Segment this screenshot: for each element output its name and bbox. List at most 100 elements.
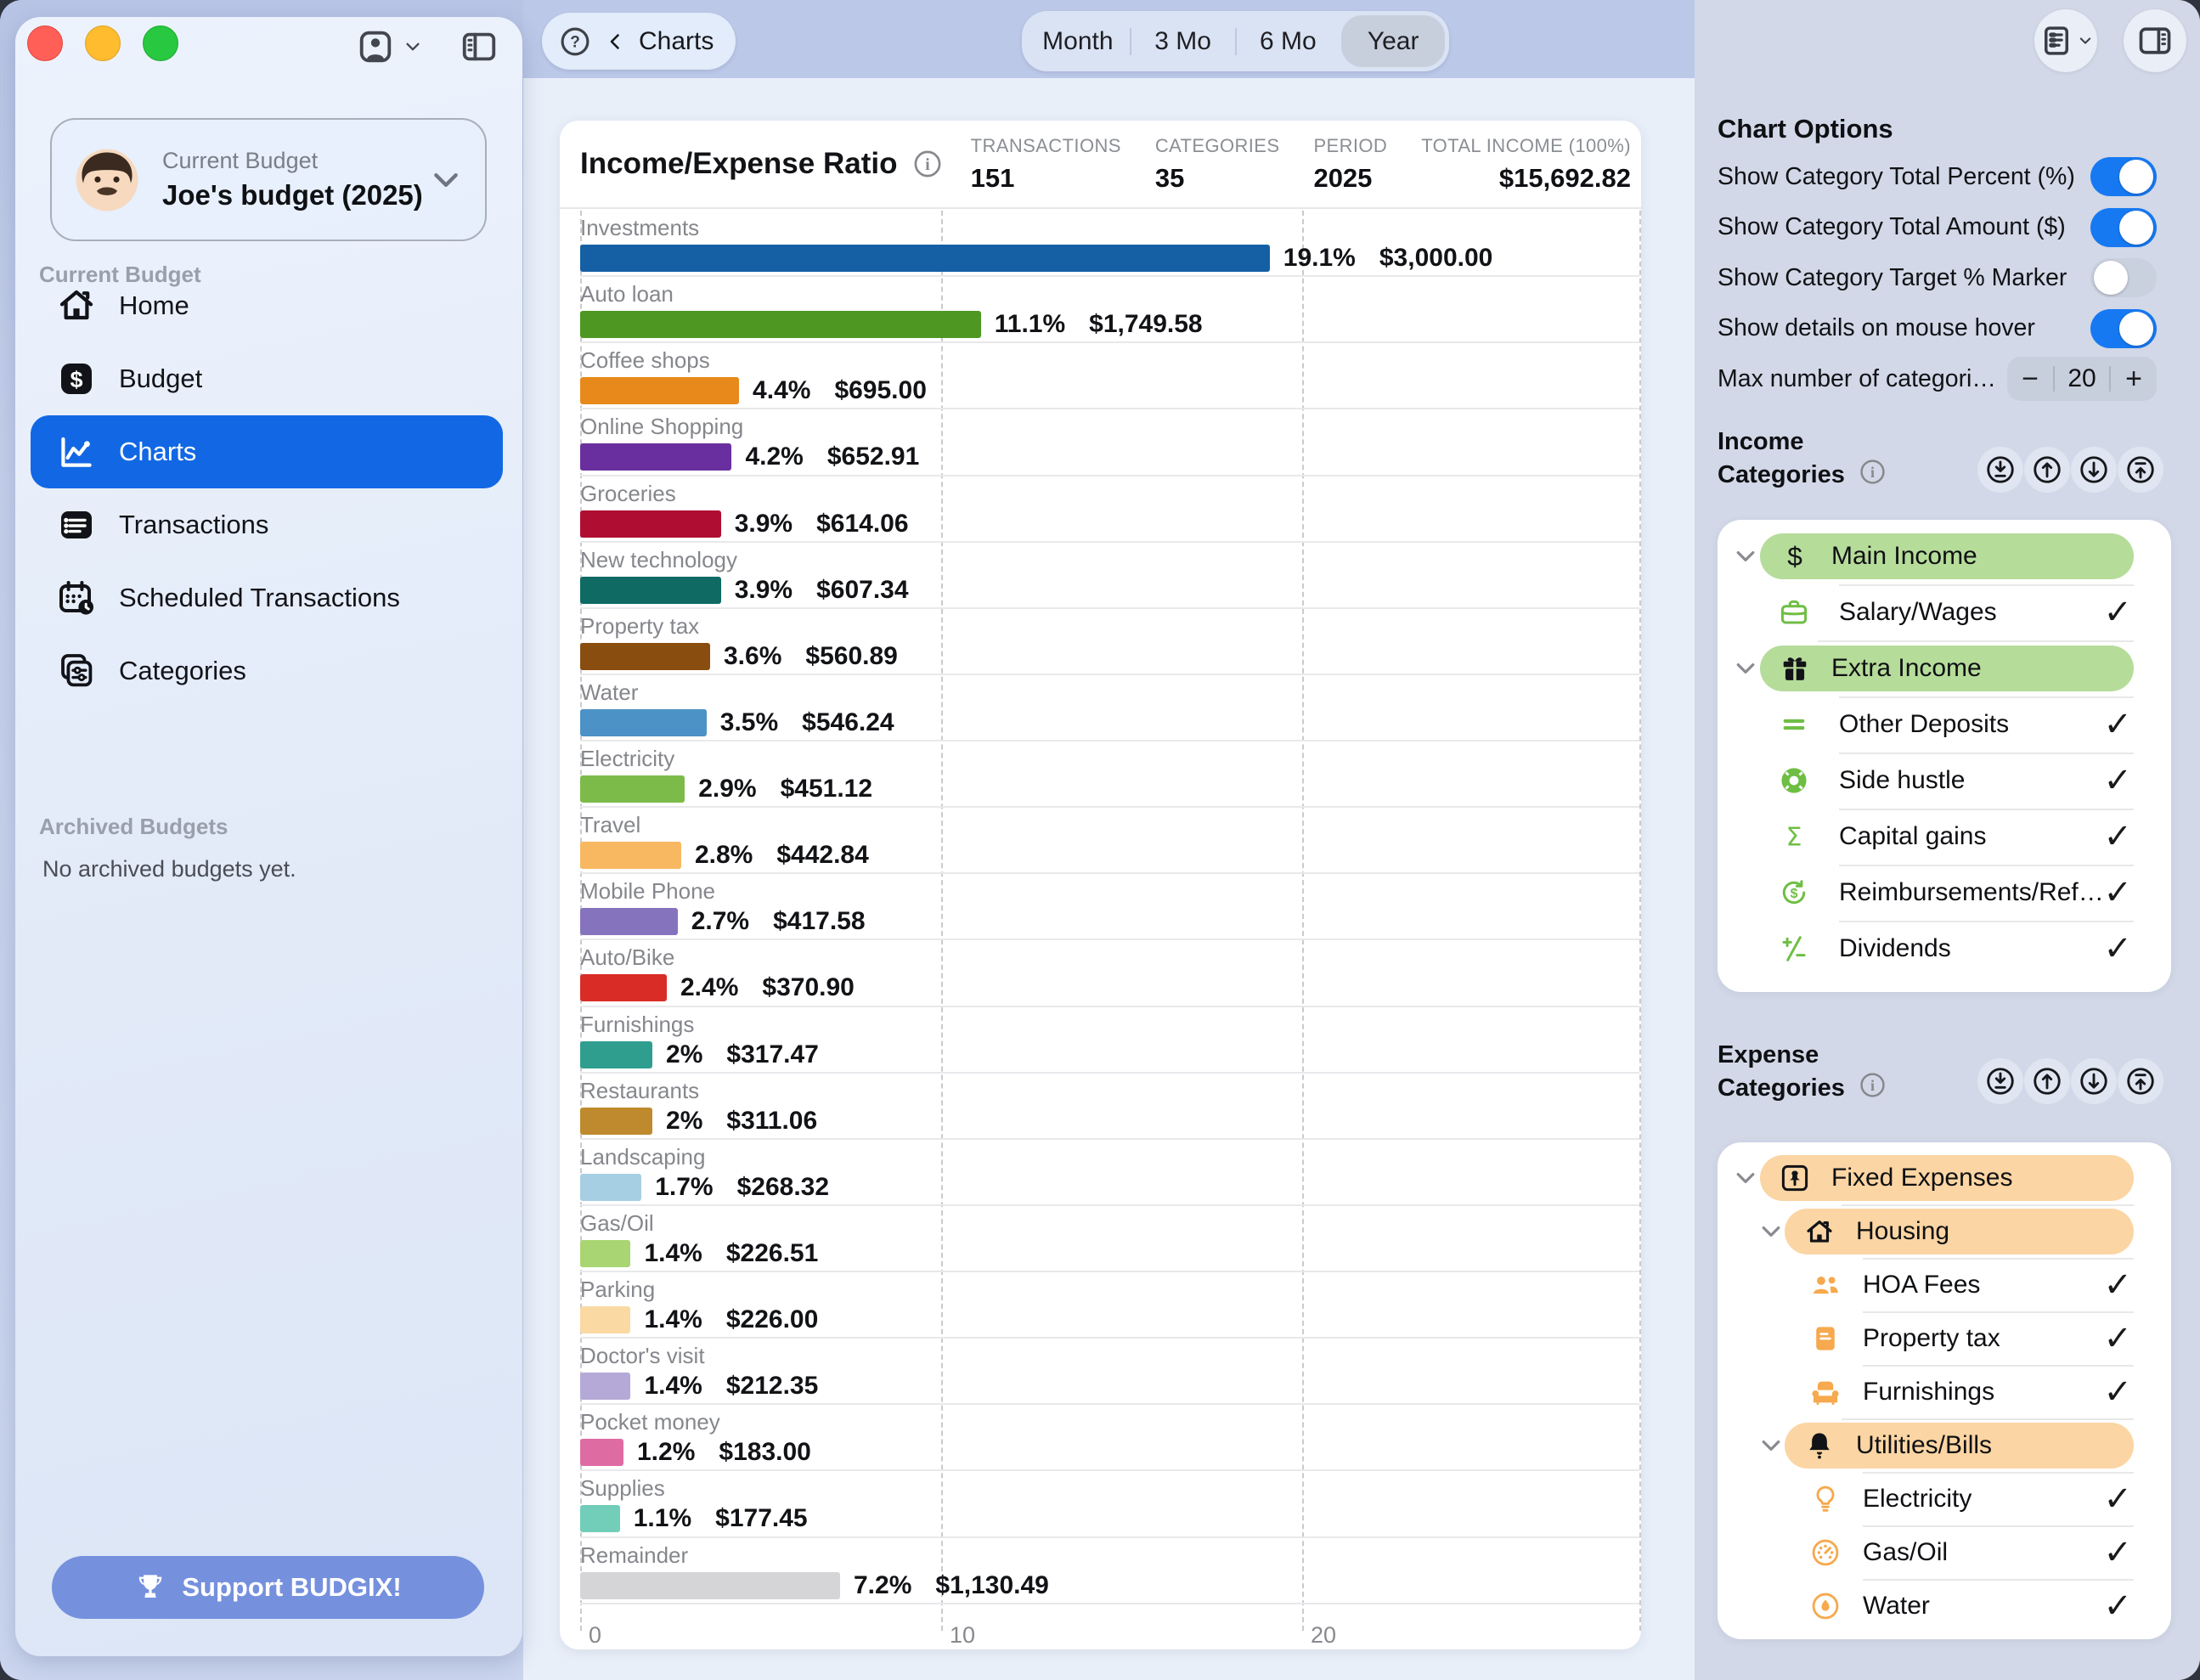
- category-group-utilities-bills[interactable]: Utilities/Bills: [1718, 1418, 2171, 1472]
- chevron-down-icon[interactable]: [1758, 1219, 1784, 1244]
- chevron-down-icon[interactable]: [1758, 1433, 1784, 1458]
- info-icon[interactable]: i: [1859, 458, 1887, 486]
- chart-row[interactable]: Auto/Bike 2.4% $370.90: [580, 940, 1639, 1006]
- chart-row[interactable]: Electricity 2.9% $451.12: [580, 741, 1639, 808]
- toggle-right-panel-button[interactable]: [2124, 9, 2186, 72]
- segment-year[interactable]: Year: [1341, 15, 1445, 67]
- bar-category-label: Electricity: [580, 741, 1639, 770]
- chart-row[interactable]: Parking 1.4% $226.00: [580, 1272, 1639, 1339]
- category-item-gas-oil[interactable]: Gas/Oil ✓: [1718, 1525, 2171, 1579]
- chart-row[interactable]: New technology 3.9% $607.34: [580, 543, 1639, 609]
- charts-back-pill[interactable]: ? Charts: [542, 13, 736, 70]
- sidebar-item-budget[interactable]: $ Budget: [31, 342, 503, 415]
- chart-row[interactable]: Property tax 3.6% $560.89: [580, 609, 1639, 675]
- income-move-to-bottom-button[interactable]: [1977, 447, 2023, 493]
- chevron-down-icon[interactable]: [1733, 544, 1758, 569]
- income-move-up-button[interactable]: [2024, 447, 2070, 493]
- chart-row[interactable]: Mobile Phone 2.7% $417.58: [580, 874, 1639, 940]
- category-item-capital-gains[interactable]: Σ Capital gains ✓: [1718, 809, 2171, 865]
- sidebar-item-transactions[interactable]: Transactions: [31, 488, 503, 561]
- category-group-fixed-expenses[interactable]: Fixed Expenses: [1718, 1151, 2171, 1204]
- check-icon: ✓: [2103, 1319, 2132, 1358]
- bar-percent-label: 1.2%: [637, 1438, 695, 1467]
- category-item-dividends[interactable]: Dividends ✓: [1718, 921, 2171, 977]
- category-item-reimbursements-ref-[interactable]: $ Reimbursements/Ref… ✓: [1718, 865, 2171, 921]
- svg-text:?: ?: [570, 33, 580, 51]
- chevron-down-icon[interactable]: [1733, 1165, 1758, 1191]
- bar: [580, 1572, 840, 1599]
- minimize-button[interactable]: [85, 25, 121, 61]
- bar-amount-label: $183.00: [719, 1438, 810, 1467]
- chevron-down-icon[interactable]: [1733, 656, 1758, 681]
- chart-row[interactable]: Supplies 1.1% $177.45: [580, 1471, 1639, 1537]
- stepper-increment-button[interactable]: +: [2111, 363, 2157, 396]
- toggle-show-category-total-percent-[interactable]: [2090, 157, 2157, 196]
- info-icon[interactable]: i: [1859, 1071, 1887, 1099]
- category-item-property-tax[interactable]: Property tax ✓: [1718, 1311, 2171, 1365]
- bar-percent-label: 3.5%: [720, 708, 778, 737]
- category-item-water[interactable]: Water ✓: [1718, 1579, 2171, 1632]
- chart-row[interactable]: Pocket money 1.2% $183.00: [580, 1405, 1639, 1471]
- expense-move-down-button[interactable]: [2071, 1058, 2117, 1104]
- toggle-show-category-total-amount-[interactable]: [2090, 208, 2157, 247]
- chart-row[interactable]: Doctor's visit 1.4% $212.35: [580, 1339, 1639, 1405]
- close-button[interactable]: [27, 25, 63, 61]
- toggle-show-category-target-marker[interactable]: [2090, 258, 2157, 297]
- chart-row[interactable]: Investments 19.1% $3,000.00: [580, 211, 1639, 277]
- category-group-pill[interactable]: Housing: [1785, 1209, 2134, 1254]
- stepper-decrement-button[interactable]: −: [2007, 363, 2053, 396]
- check-icon: ✓: [2103, 817, 2132, 856]
- chart-row[interactable]: Auto loan 11.1% $1,749.58: [580, 277, 1639, 343]
- income-move-to-top-button[interactable]: [2118, 447, 2163, 493]
- category-item-label: Salary/Wages: [1839, 598, 1997, 627]
- category-item-furnishings[interactable]: Furnishings ✓: [1718, 1365, 2171, 1418]
- category-item-other-deposits[interactable]: Other Deposits ✓: [1718, 696, 2171, 753]
- income-categories-card: $ Main Income Salary/Wages ✓ Extra Incom…: [1718, 520, 2171, 992]
- chart-row[interactable]: Online Shopping 4.2% $652.91: [580, 409, 1639, 476]
- expense-move-up-button[interactable]: [2024, 1058, 2070, 1104]
- chart-row[interactable]: Furnishings 2% $317.47: [580, 1007, 1639, 1074]
- profile-menu-button[interactable]: [356, 27, 422, 66]
- category-group-extra-income[interactable]: Extra Income: [1718, 640, 2171, 696]
- category-item-salary-wages[interactable]: Salary/Wages ✓: [1718, 584, 2171, 640]
- category-group-housing[interactable]: Housing: [1718, 1204, 2171, 1258]
- chart-row[interactable]: Coffee shops 4.4% $695.00: [580, 343, 1639, 409]
- segment-month[interactable]: Month: [1026, 15, 1130, 67]
- chart-row[interactable]: Gas/Oil 1.4% $226.51: [580, 1206, 1639, 1272]
- expense-move-to-top-button[interactable]: [2118, 1058, 2163, 1104]
- category-item-electricity[interactable]: Electricity ✓: [1718, 1472, 2171, 1525]
- chart-row[interactable]: Remainder 7.2% $1,130.49: [580, 1538, 1639, 1604]
- sidebar-item-scheduled-transactions[interactable]: Scheduled Transactions: [31, 561, 503, 634]
- category-group-pill[interactable]: $ Main Income: [1760, 533, 2134, 579]
- chart-row[interactable]: Groceries 3.9% $614.06: [580, 476, 1639, 543]
- toggle-sidebar-button[interactable]: [460, 27, 499, 66]
- toggle-show-details-on-mouse-hover[interactable]: [2090, 309, 2157, 348]
- category-group-pill[interactable]: Fixed Expenses: [1760, 1155, 2134, 1201]
- category-group-pill[interactable]: Extra Income: [1760, 646, 2134, 691]
- category-group-pill[interactable]: Utilities/Bills: [1785, 1423, 2134, 1469]
- info-icon[interactable]: i: [912, 149, 943, 179]
- chart-row[interactable]: Restaurants 2% $311.06: [580, 1074, 1639, 1140]
- check-icon: ✓: [2103, 1587, 2132, 1626]
- category-group-main-income[interactable]: $ Main Income: [1718, 528, 2171, 584]
- sidebar-item-categories[interactable]: Categories: [31, 634, 503, 708]
- sidebar-item-charts[interactable]: Charts: [31, 415, 503, 488]
- budget-selector[interactable]: Current Budget Joe's budget (2025): [50, 118, 487, 241]
- zoom-button[interactable]: [143, 25, 178, 61]
- sidebar-item-home[interactable]: Home: [31, 269, 503, 342]
- bar-amount-label: $177.45: [715, 1504, 807, 1533]
- segment-3-mo[interactable]: 3 Mo: [1131, 15, 1235, 67]
- bar-amount-label: $3,000.00: [1379, 244, 1492, 273]
- support-budgix-button[interactable]: Support BUDGIX!: [52, 1556, 484, 1619]
- check-icon: ✓: [2103, 761, 2132, 800]
- category-item-hoa-fees[interactable]: HOA Fees ✓: [1718, 1258, 2171, 1311]
- chart-row[interactable]: Water 3.5% $546.24: [580, 675, 1639, 741]
- help-icon[interactable]: ?: [559, 25, 591, 58]
- chart-row[interactable]: Landscaping 1.7% $268.32: [580, 1140, 1639, 1206]
- category-item-side-hustle[interactable]: Side hustle ✓: [1718, 753, 2171, 809]
- segment-6-mo[interactable]: 6 Mo: [1237, 15, 1340, 67]
- expense-move-to-bottom-button[interactable]: [1977, 1058, 2023, 1104]
- chart-row[interactable]: Travel 2.8% $442.84: [580, 808, 1639, 874]
- view-options-button[interactable]: [2034, 9, 2097, 72]
- income-move-down-button[interactable]: [2071, 447, 2117, 493]
